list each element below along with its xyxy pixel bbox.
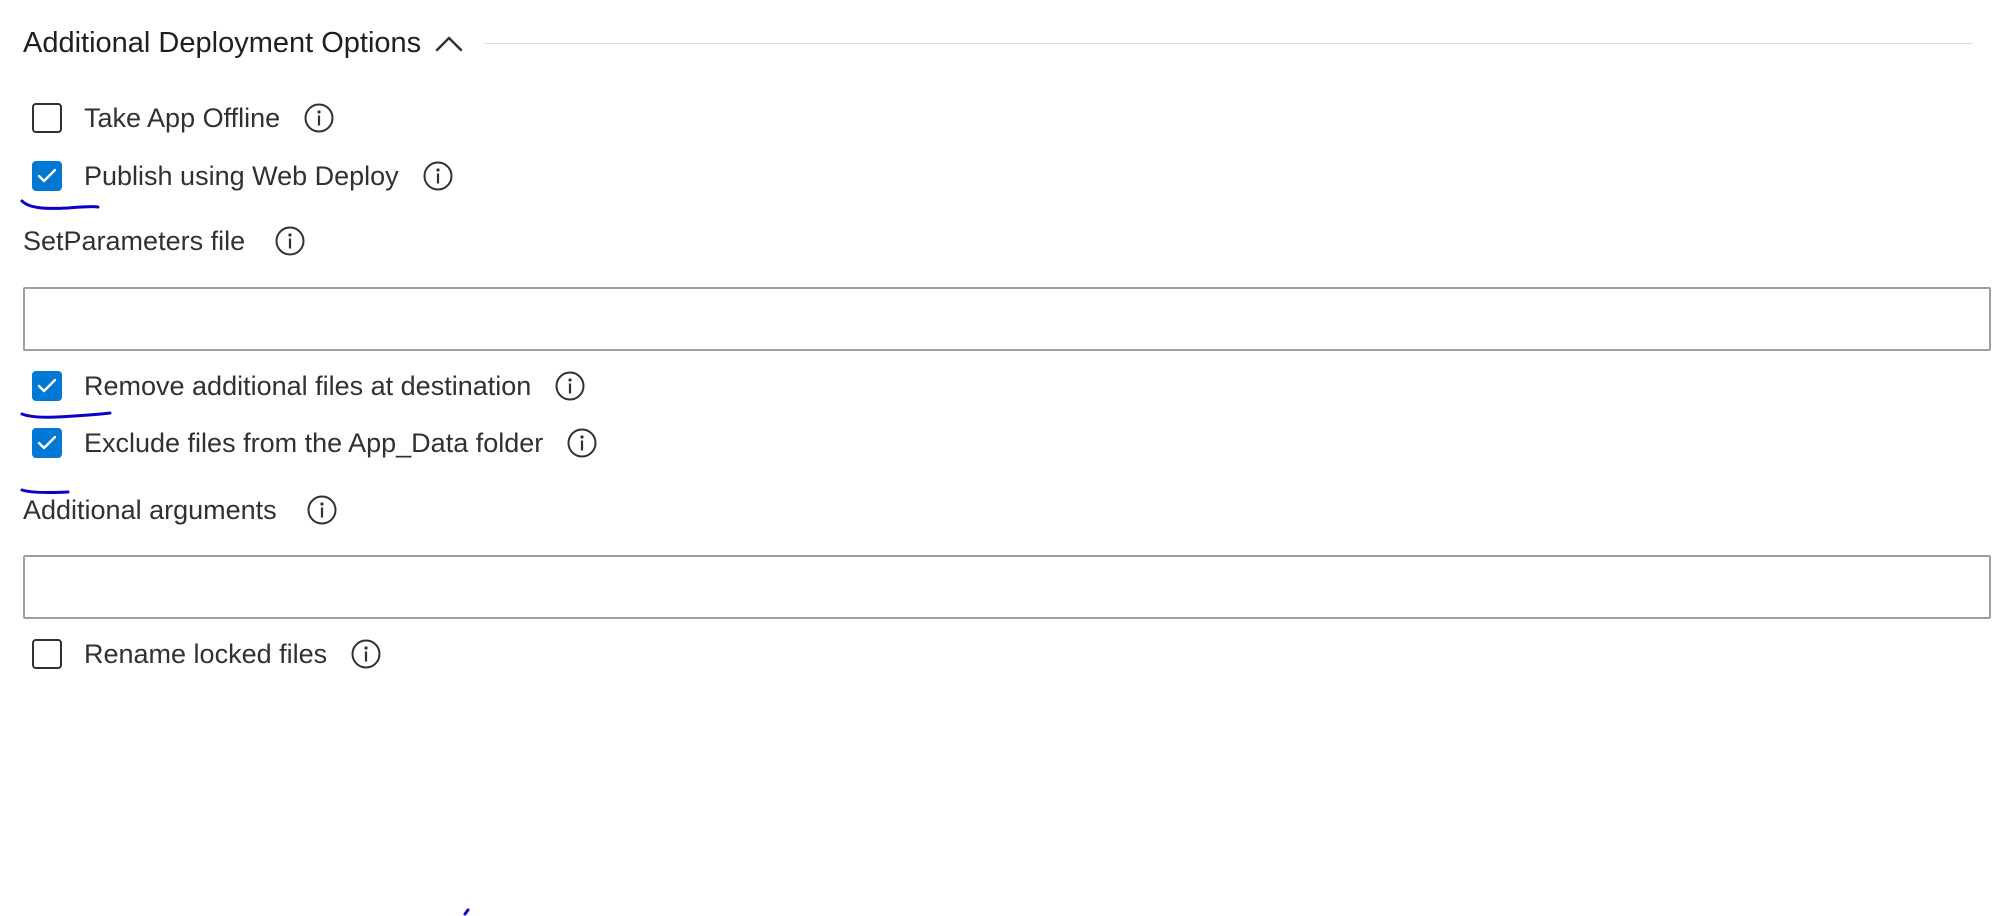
publish-web-deploy-label: Publish using Web Deploy (84, 160, 399, 191)
set-parameters-file-label-row: SetParameters file (23, 221, 305, 261)
annotation-underline (20, 199, 100, 210)
option-publish-web-deploy[interactable]: Publish using Web Deploy (32, 156, 453, 196)
exclude-app-data-label: Exclude files from the App_Data folder (84, 427, 544, 458)
rename-locked-files-label: Rename locked files (84, 638, 328, 669)
remove-additional-files-label: Remove additional files at destination (84, 370, 532, 401)
info-circle-icon[interactable] (567, 428, 597, 458)
publish-web-deploy-checkbox[interactable] (32, 161, 62, 191)
exclude-app-data-checkbox[interactable] (32, 428, 62, 458)
chevron-up-icon[interactable] (433, 27, 465, 59)
annotation-dot (463, 908, 470, 916)
option-rename-locked-files[interactable]: Rename locked files (32, 634, 381, 674)
info-circle-icon[interactable] (304, 103, 334, 133)
info-circle-icon[interactable] (423, 161, 453, 191)
section-title: Additional Deployment Options (23, 26, 422, 59)
option-exclude-app-data[interactable]: Exclude files from the App_Data folder (32, 423, 597, 463)
rename-locked-files-checkbox[interactable] (32, 639, 62, 669)
additional-arguments-label-row: Additional arguments (23, 490, 337, 530)
set-parameters-file-input[interactable] (23, 287, 1991, 351)
set-parameters-file-label: SetParameters file (23, 225, 246, 256)
section-header[interactable]: Additional Deployment Options (23, 20, 1973, 66)
remove-additional-files-checkbox[interactable] (32, 371, 62, 401)
section-divider (485, 42, 1973, 44)
take-app-offline-checkbox[interactable] (32, 103, 62, 133)
additional-arguments-label: Additional arguments (23, 494, 277, 525)
info-circle-icon[interactable] (275, 226, 305, 256)
info-circle-icon[interactable] (351, 639, 381, 669)
info-circle-icon[interactable] (307, 495, 337, 525)
info-circle-icon[interactable] (555, 371, 585, 401)
option-remove-additional-files[interactable]: Remove additional files at destination (32, 366, 585, 406)
take-app-offline-label: Take App Offline (84, 102, 281, 133)
option-take-app-offline[interactable]: Take App Offline (32, 98, 334, 138)
additional-arguments-input[interactable] (23, 555, 1991, 619)
checkmark-icon (37, 168, 57, 183)
checkmark-icon (37, 435, 57, 450)
checkmark-icon (37, 378, 57, 393)
